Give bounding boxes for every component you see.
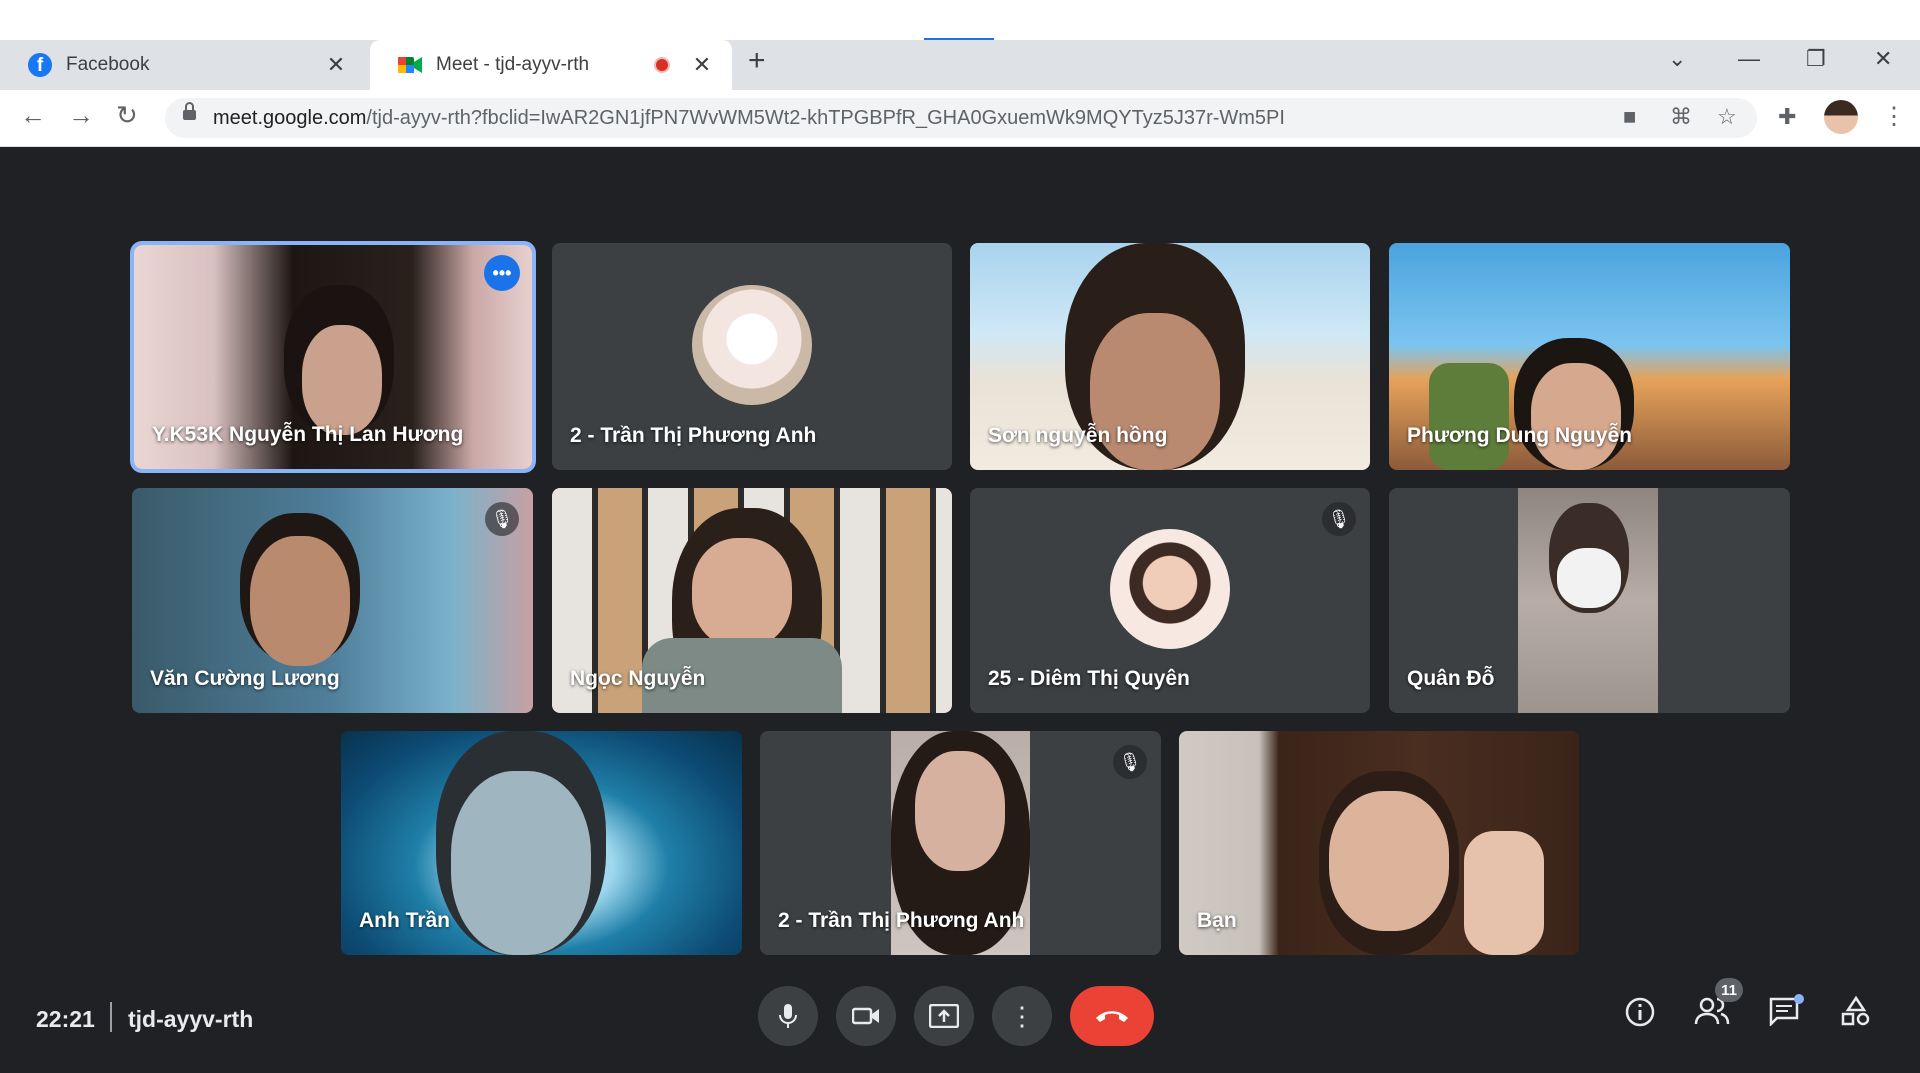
minimize-icon[interactable]: — (1738, 46, 1760, 72)
participant-tile[interactable]: Sơn nguyễn hồng (970, 243, 1370, 470)
participant-face (915, 751, 1005, 871)
tab-search-chevron-icon[interactable]: ⌄ (1668, 46, 1686, 72)
participant-name: 25 - Diêm Thị Quyên (988, 667, 1190, 690)
recording-icon (654, 57, 670, 73)
leave-call-button[interactable] (1070, 986, 1154, 1046)
participant-name: 2 - Trần Thị Phương Anh (778, 909, 1025, 932)
participant-face (692, 538, 792, 648)
facebook-icon: f (28, 53, 52, 77)
close-tab-icon[interactable]: ✕ (690, 52, 714, 78)
participant-name: Quân Đỗ (1407, 667, 1495, 690)
restore-icon[interactable]: ❐ (1806, 46, 1826, 72)
window-top-strip (0, 0, 1920, 40)
mic-off-icon: 🎙 (1113, 745, 1147, 779)
participant-avatar (692, 284, 812, 405)
participant-name: Y.K53K Nguyễn Thị Lan Hương (152, 423, 464, 446)
tab-facebook[interactable]: f Facebook ✕ (0, 40, 366, 90)
meeting-time: 22:21 (36, 1006, 95, 1032)
participant-hand (1464, 831, 1544, 955)
activities-icon (1841, 995, 1870, 1026)
tab-bar: f Facebook ✕ Meet - tjd-ayyv-rth ✕ + ⌄ —… (0, 40, 1920, 90)
present-screen-icon (929, 1004, 959, 1028)
participant-face (302, 325, 382, 435)
back-icon[interactable]: ← (20, 100, 46, 131)
forward-icon[interactable]: → (68, 100, 94, 131)
participant-tile[interactable]: 🎙 Văn Cường Lương (132, 488, 533, 713)
participant-tile[interactable]: ••• Y.K53K Nguyễn Thị Lan Hương (134, 245, 532, 469)
present-screen-button[interactable] (914, 986, 974, 1046)
participant-face (250, 536, 350, 666)
camera-indicator-icon[interactable]: ■ (1623, 104, 1636, 130)
participant-face (451, 771, 591, 955)
participant-tile[interactable]: 🎙 25 - Diêm Thị Quyên (970, 488, 1370, 713)
tab-title: Facebook (66, 54, 150, 75)
mic-off-icon: 🎙 (1322, 502, 1356, 536)
participant-face (1329, 791, 1449, 931)
participant-name: 2 - Trần Thị Phương Anh (570, 424, 817, 447)
participant-tile[interactable]: Quân Đỗ (1389, 488, 1790, 713)
url-text: meet.google.com/tjd-ayyv-rth?fbclid=IwAR… (213, 107, 1285, 129)
participant-name: Phương Dung Nguyễn (1407, 424, 1632, 447)
meeting-code: tjd-ayyv-rth (128, 1006, 254, 1032)
divider (110, 1002, 112, 1032)
participant-tile[interactable]: Anh Trần (341, 731, 742, 955)
google-meet-icon (398, 57, 422, 73)
participant-tile[interactable]: 🎙 2 - Trần Thị Phương Anh (760, 731, 1161, 955)
profile-avatar[interactable] (1824, 100, 1858, 134)
participant-name: Ngọc Nguyễn (570, 667, 706, 690)
self-view-tile[interactable]: Bạn (1179, 731, 1579, 955)
hang-up-icon (1096, 1011, 1128, 1022)
microphone-button[interactable] (758, 986, 818, 1046)
participant-count-badge: 11 (1715, 978, 1743, 1002)
participant-tile[interactable]: 2 - Trần Thị Phương Anh (552, 243, 952, 470)
tab-title: Meet - tjd-ayyv-rth (436, 54, 590, 75)
more-options-button[interactable]: ⋮ (992, 986, 1052, 1046)
participant-name: Sơn nguyễn hồng (988, 424, 1168, 447)
reload-icon[interactable]: ↻ (116, 100, 138, 131)
meeting-details-button[interactable] (1624, 996, 1656, 1036)
info-icon (1625, 997, 1655, 1027)
window-close-icon[interactable]: ✕ (1874, 46, 1892, 72)
unread-indicator (1794, 994, 1804, 1004)
participant-tile[interactable]: Ngọc Nguyễn (552, 488, 952, 713)
browser-toolbar: ← → ↻ meet.google.com/tjd-ayyv-rth?fbcli… (0, 90, 1920, 147)
participant-name: Anh Trần (359, 909, 451, 932)
translate-icon[interactable]: ⌘ (1670, 104, 1692, 130)
more-options-icon[interactable]: ••• (484, 255, 520, 291)
tab-meet[interactable]: Meet - tjd-ayyv-rth ✕ (370, 40, 732, 90)
bookmark-star-icon[interactable]: ☆ (1717, 104, 1737, 130)
participant-mask (1557, 548, 1621, 608)
browser-menu-icon[interactable]: ⋮ (1882, 102, 1906, 131)
close-tab-icon[interactable]: ✕ (324, 52, 348, 78)
address-bar[interactable]: meet.google.com/tjd-ayyv-rth?fbclid=IwAR… (165, 98, 1757, 138)
participant-face (1531, 363, 1621, 470)
mic-off-icon: 🎙 (485, 502, 519, 536)
participant-tile[interactable]: Phương Dung Nguyễn (1389, 243, 1790, 470)
participant-chair (1429, 363, 1509, 470)
meeting-controls-bar: 22:21 tjd-ayyv-rth ⋮ 11 (0, 966, 1920, 1073)
video-camera-icon (852, 1007, 879, 1025)
participant-avatar (1110, 528, 1230, 649)
lock-icon (183, 102, 196, 120)
new-tab-icon[interactable]: + (748, 44, 766, 78)
participant-name: Văn Cường Lương (150, 667, 340, 690)
more-vert-icon: ⋮ (1009, 1000, 1035, 1031)
camera-button[interactable] (836, 986, 896, 1046)
extensions-icon[interactable]: ✚ (1778, 104, 1796, 130)
activities-button[interactable] (1840, 995, 1872, 1034)
participant-name: Bạn (1197, 909, 1237, 932)
microphone-icon (779, 1004, 797, 1028)
